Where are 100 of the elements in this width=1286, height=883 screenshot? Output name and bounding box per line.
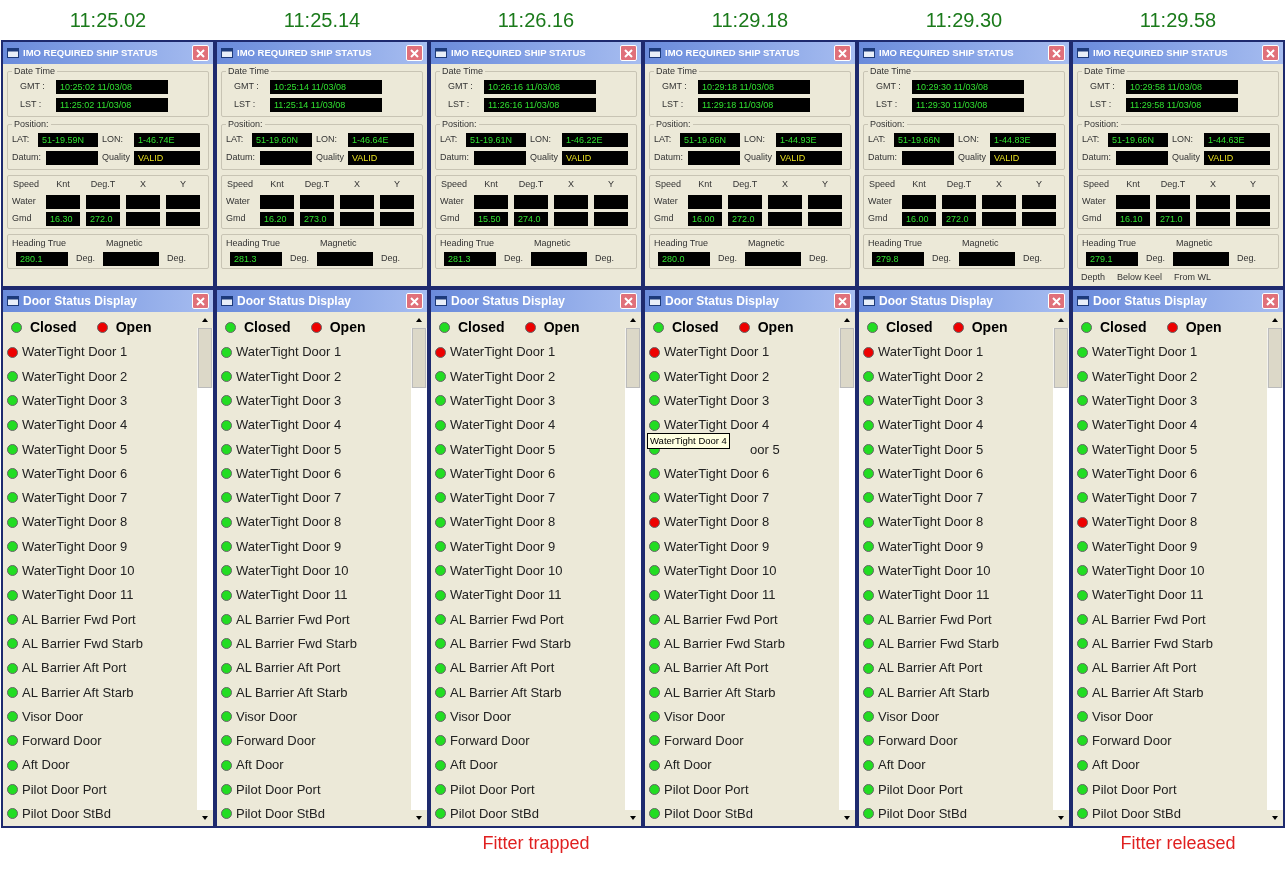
- timestamp: 11:29.30: [924, 8, 1004, 33]
- readout-field: 10:29:58 11/03/08: [1126, 80, 1238, 94]
- window-title: Door Status Display: [23, 293, 139, 310]
- window-icon: [435, 48, 447, 58]
- door-name: WaterTight Door 7: [1092, 489, 1198, 508]
- door-name: WaterTight Door 2: [22, 367, 128, 386]
- door-name: WaterTight Door 4: [878, 416, 984, 435]
- window-title: IMO REQUIRED SHIP STATUS: [237, 45, 373, 60]
- field-label: Knt: [55, 178, 71, 191]
- empty-readout-field: [166, 211, 200, 226]
- window-icon: [1077, 296, 1089, 306]
- door-name: WaterTight Door 8: [22, 513, 128, 532]
- door-name: Pilot Door StBd: [664, 805, 753, 824]
- close-button[interactable]: [620, 293, 637, 309]
- empty-readout-field: [728, 194, 762, 209]
- field-label: Speed: [868, 178, 896, 191]
- empty-readout-field: [46, 194, 80, 209]
- window-title: IMO REQUIRED SHIP STATUS: [879, 45, 1015, 60]
- door-name: Pilot Door StBd: [236, 805, 325, 824]
- field-label: LAT:: [440, 133, 459, 147]
- legend-label: Closed: [458, 317, 505, 337]
- scrollbar-thumb[interactable]: [840, 328, 854, 388]
- door-name: WaterTight Door 4: [1092, 416, 1198, 435]
- door-name: WaterTight Door 10: [236, 562, 349, 581]
- field-label: LON:: [744, 133, 766, 147]
- door-name: Visor Door: [22, 707, 84, 726]
- empty-readout-field: [126, 211, 160, 226]
- field-label: Heading True: [868, 236, 923, 250]
- close-button[interactable]: [1048, 45, 1065, 61]
- door-name: WaterTight Door 11: [450, 586, 562, 605]
- scrollbar[interactable]: [197, 312, 213, 826]
- close-icon: [410, 296, 419, 306]
- close-icon: [410, 48, 419, 58]
- readout-field: 1-46.64E: [348, 133, 414, 147]
- door-name: AL Barrier Aft Starb: [450, 683, 562, 702]
- scrollbar[interactable]: [625, 312, 641, 826]
- scrollbar-thumb[interactable]: [1054, 328, 1068, 388]
- legend-label: Closed: [30, 317, 77, 337]
- readout-field: 16.10: [1116, 211, 1150, 226]
- field-label: LST :: [448, 98, 471, 112]
- door-name: WaterTight Door 10: [1092, 562, 1205, 581]
- readout-field: 272.0: [728, 211, 762, 226]
- readout-field: VALID: [776, 151, 842, 165]
- door-name: WaterTight Door 9: [878, 537, 984, 556]
- close-button[interactable]: [620, 45, 637, 61]
- close-icon: [624, 296, 633, 306]
- field-label: Y: [179, 178, 187, 191]
- close-button[interactable]: [406, 45, 423, 61]
- empty-readout-field: [982, 211, 1016, 226]
- door-name: WaterTight Door 9: [1092, 537, 1198, 556]
- close-button[interactable]: [192, 293, 209, 309]
- field-label: Gmd: [868, 211, 889, 225]
- door-name: Pilot Door StBd: [22, 805, 111, 824]
- close-button[interactable]: [1262, 45, 1279, 61]
- field-label: X: [353, 178, 361, 191]
- door-name: Aft Door: [878, 756, 926, 775]
- close-button[interactable]: [192, 45, 209, 61]
- window-title: IMO REQUIRED SHIP STATUS: [1093, 45, 1229, 60]
- empty-readout-field: [1173, 252, 1229, 266]
- scrollbar-thumb[interactable]: [1268, 328, 1282, 388]
- scrollbar[interactable]: [411, 312, 427, 826]
- field-label: Magnetic: [534, 236, 571, 250]
- field-label: LST :: [20, 98, 43, 112]
- scrollbar[interactable]: [1267, 312, 1283, 826]
- window-icon: [221, 296, 233, 306]
- door-name: Aft Door: [1092, 756, 1140, 775]
- field-label: Y: [393, 178, 401, 191]
- close-icon: [838, 296, 847, 306]
- close-button[interactable]: [834, 293, 851, 309]
- scrollbar-thumb[interactable]: [412, 328, 426, 388]
- door-name: AL Barrier Aft Starb: [22, 683, 134, 702]
- scrollbar-thumb[interactable]: [198, 328, 212, 388]
- scrollbar[interactable]: [1053, 312, 1069, 826]
- close-button[interactable]: [834, 45, 851, 61]
- window-icon: [435, 296, 447, 306]
- door-name: WaterTight Door 3: [450, 392, 556, 410]
- door-name: AL Barrier Fwd Starb: [1092, 634, 1213, 653]
- door-name: AL Barrier Fwd Starb: [450, 634, 571, 653]
- close-button[interactable]: [406, 293, 423, 309]
- field-label: Gmd: [226, 211, 247, 225]
- readout-field: 10:25:02 11/03/08: [56, 80, 168, 94]
- door-name: Pilot Door StBd: [878, 805, 967, 824]
- door-name: WaterTight Door 4: [664, 416, 770, 435]
- door-name: AL Barrier Fwd Port: [450, 610, 564, 629]
- close-button[interactable]: [1048, 293, 1065, 309]
- field-label: Knt: [269, 178, 285, 191]
- field-label: LAT:: [226, 133, 245, 147]
- door-name: WaterTight Door 3: [878, 392, 984, 410]
- field-label: Deg.: [290, 252, 309, 266]
- empty-readout-field: [126, 194, 160, 209]
- door-name: AL Barrier Aft Port: [22, 659, 127, 678]
- tooltip: WaterTight Door 4: [647, 432, 730, 450]
- close-icon: [1266, 296, 1275, 306]
- door-name: Visor Door: [236, 707, 298, 726]
- close-button[interactable]: [1262, 293, 1279, 309]
- scrollbar[interactable]: [839, 312, 855, 826]
- scrollbar-thumb[interactable]: [626, 328, 640, 388]
- field-label: Gmd: [12, 211, 33, 225]
- door-name: AL Barrier Aft Starb: [878, 683, 990, 702]
- door-name: WaterTight Door 8: [1092, 513, 1198, 532]
